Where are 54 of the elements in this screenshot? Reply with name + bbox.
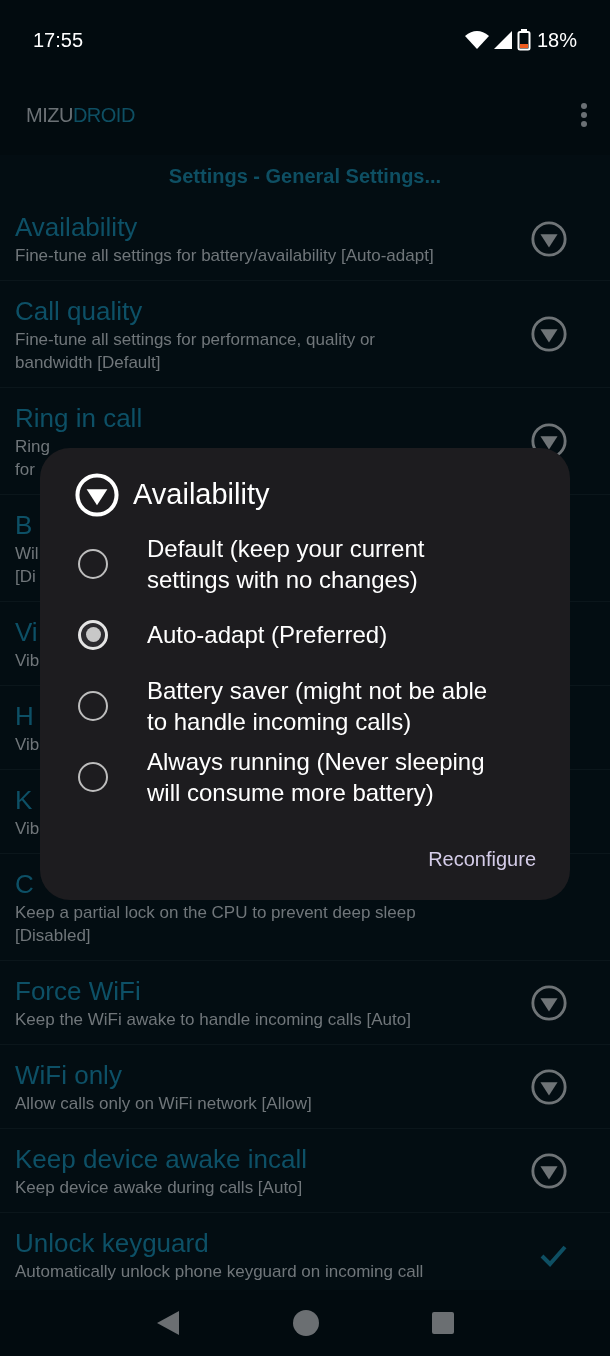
setting-title[interactable]: Availability [15, 210, 434, 244]
setting-title[interactable]: Keep device awake incall [15, 1142, 307, 1176]
setting-description: Automatically unlock phone keyguard on incoming call [15, 1261, 424, 1283]
wifi-icon [464, 29, 489, 50]
setting-description: Vib [15, 734, 40, 756]
setting-title[interactable]: Unlock keyguard [15, 1226, 424, 1260]
setting-title[interactable]: Call quality [15, 294, 375, 328]
setting-description: Keep the WiFi awake to handle incoming calls [Auto] [15, 1009, 411, 1031]
option-label[interactable]: Always running (Never sleeping will consume more battery) [147, 745, 499, 808]
setting-title[interactable]: H [15, 699, 40, 733]
radio-button[interactable] [78, 548, 108, 579]
app-logo: MIZUDROID [26, 103, 135, 128]
dropdown-icon [530, 315, 568, 353]
setting-description: [Disabled] [15, 925, 92, 947]
setting-description: Fine-tune all settings for performance, quality or [15, 329, 375, 351]
setting-description: [Di [15, 566, 37, 588]
back-icon[interactable] [155, 1309, 182, 1337]
battery-icon [516, 28, 531, 51]
setting-description: Vib [15, 818, 40, 840]
dropdown-icon [530, 219, 568, 258]
signal-icon [492, 29, 513, 50]
setting-description: Wil [15, 543, 39, 565]
setting-title[interactable]: Vi [15, 615, 40, 649]
dropdown-icon [74, 472, 120, 518]
setting-title[interactable]: Force WiFi [15, 974, 411, 1008]
setting-description: Keep device awake during calls [Auto] [15, 1177, 304, 1199]
radio-button[interactable] [78, 619, 108, 650]
setting-description: Keep a partial lock on the CPU to prevent deep sleep [15, 902, 416, 924]
option-label[interactable]: Battery saver (might not be able to handle incoming calls) [147, 674, 499, 737]
setting-description: Ring [15, 436, 51, 458]
reconfigure-button[interactable]: Reconfigure [428, 844, 536, 874]
setting-title[interactable]: K [15, 783, 40, 817]
radio-button[interactable] [78, 761, 108, 792]
setting-description: for [15, 459, 36, 481]
setting-title[interactable]: Ring in call [15, 401, 143, 435]
dialog-title: Availability [133, 477, 270, 513]
more-icon[interactable] [580, 102, 588, 128]
setting-title[interactable]: B [15, 508, 39, 542]
setting-description: Vib [15, 650, 40, 672]
setting-description: Fine-tune all settings for battery/availability [Auto-adapt] [15, 245, 434, 267]
radio-button[interactable] [78, 690, 108, 721]
status-time: 17:55 [33, 27, 84, 53]
battery-percent: 18% [536, 27, 577, 53]
dropdown-icon [530, 983, 568, 1022]
home-icon[interactable] [292, 1309, 320, 1337]
setting-description: bandwidth [Default] [15, 352, 162, 374]
setting-title[interactable]: WiFi only [15, 1058, 312, 1092]
section-header: Settings - General Settings... [168, 164, 442, 189]
dropdown-icon [530, 1067, 568, 1106]
dropdown-icon [530, 1151, 568, 1190]
option-label[interactable]: Default (keep your current settings with no changes) [147, 532, 499, 595]
option-label[interactable]: Auto-adapt (Preferred) [147, 619, 499, 650]
recents-icon[interactable] [430, 1311, 455, 1335]
setting-description: Allow calls only on WiFi network [Allow] [15, 1093, 312, 1115]
